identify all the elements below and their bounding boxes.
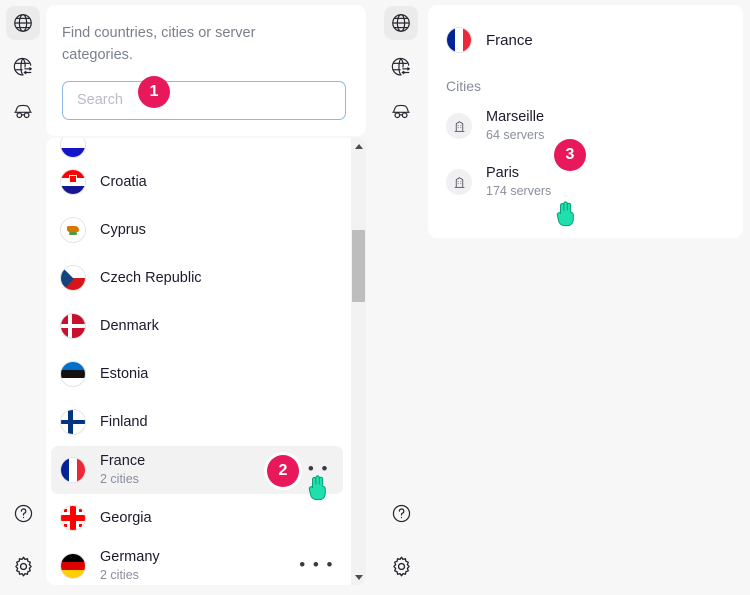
country-row-text: Germany2 cities [100,548,160,584]
settings-gear-icon[interactable] [390,555,413,583]
country-name: France [100,452,145,470]
right-icon-rail [378,0,424,595]
detail-header: France [446,27,725,53]
search-hint-text: Find countries, cities or server categor… [62,23,302,67]
search-field-wrapper [62,81,350,120]
country-name: Croatia [100,173,147,191]
right-rail-bottom-group [390,503,413,583]
country-flag-ge [60,505,86,531]
detail-country-name: France [486,32,533,49]
country-flag-fr [446,27,472,53]
sidebar-item-servers[interactable] [6,6,40,40]
city-building-icon [446,113,472,139]
country-flag-cy [60,217,86,243]
sidebar-item-meshnet[interactable] [6,50,40,84]
country-flag-dk [60,313,86,339]
country-flag-ee [60,361,86,387]
scrollbar-thumb[interactable] [352,230,365,302]
help-icon[interactable] [391,503,412,529]
country-flag-partial [60,138,86,158]
settings-gear-icon[interactable] [12,555,35,583]
country-detail-card: France Cities Marseille64 servers Paris17… [428,5,743,238]
app-window: Find countries, cities or server categor… [0,0,750,595]
rail-bottom-group [12,503,35,583]
city-name: Marseille [486,108,544,126]
country-row-text: Estonia [100,365,148,383]
country-row[interactable]: Georgia [46,494,348,542]
search-input[interactable] [62,81,346,120]
country-row[interactable]: Cyprus [46,206,348,254]
incognito-icon [390,100,412,122]
country-flag-de [60,553,86,579]
country-row-text: Czech Republic [100,269,202,287]
global-transfer-icon [12,56,34,78]
cities-section-label: Cities [446,78,725,94]
country-name: Georgia [100,509,152,527]
country-row-text: Georgia [100,509,152,527]
step-badge-2: 2 [267,455,299,487]
servers-globe-icon [390,12,412,34]
city-row[interactable]: Paris174 servers [446,158,725,206]
search-card: Find countries, cities or server categor… [46,5,366,136]
scroll-up-arrow-icon[interactable] [351,138,366,154]
country-flag-fi [60,409,86,435]
country-name: Czech Republic [100,269,202,287]
country-name: Estonia [100,365,148,383]
list-item-partial[interactable] [46,138,348,158]
step-badge-1: 1 [138,76,170,108]
city-row-text: Paris174 servers [486,164,551,200]
city-row[interactable]: Marseille64 servers [446,102,725,150]
city-server-count: 174 servers [486,183,551,200]
country-row-selected[interactable]: France2 cities • • • [51,446,343,494]
servers-globe-icon [12,12,34,34]
country-flag-cz [60,265,86,291]
country-row[interactable]: Finland [46,398,348,446]
country-name: Germany [100,548,160,566]
scroll-down-arrow-icon[interactable] [351,569,366,585]
city-building-icon [446,169,472,195]
country-row-text: Denmark [100,317,159,335]
country-row[interactable]: Croatia [46,158,348,206]
sidebar-item-meshnet-right[interactable] [384,50,418,84]
country-row-text: Croatia [100,173,147,191]
left-icon-rail [0,0,46,595]
country-name: Finland [100,413,148,431]
country-row-text: Finland [100,413,148,431]
right-rail-top-group [384,0,418,128]
country-row-text: France2 cities [100,452,145,488]
country-row[interactable]: Denmark [46,302,348,350]
country-list[interactable]: Croatia Cyprus Czech Republic Denmark Estoni… [46,138,348,585]
sidebar-item-servers-right[interactable] [384,6,418,40]
country-flag-hr [60,169,86,195]
country-list-scrollbar[interactable] [351,138,366,585]
country-row-text: Cyprus [100,221,146,239]
country-name: Cyprus [100,221,146,239]
sidebar-item-incognito-right[interactable] [384,94,418,128]
country-row[interactable]: Czech Republic [46,254,348,302]
country-row[interactable]: Germany2 cities • • • [46,542,348,585]
sidebar-item-incognito[interactable] [6,94,40,128]
france-row-menu[interactable]: • • • [294,460,329,481]
help-icon[interactable] [13,503,34,529]
country-city-count: 2 cities [100,471,145,488]
country-list-card: Croatia Cyprus Czech Republic Denmark Estoni… [46,138,366,585]
left-pane: Find countries, cities or server categor… [0,0,378,595]
country-city-count: 2 cities [100,567,160,584]
country-row-menu[interactable]: • • • [299,556,334,577]
incognito-icon [12,100,34,122]
global-transfer-icon [390,56,412,78]
step-badge-3: 3 [554,139,586,171]
city-name: Paris [486,164,551,182]
rail-top-group [6,0,40,128]
country-flag-fr [60,457,86,483]
country-name: Denmark [100,317,159,335]
city-server-count: 64 servers [486,127,544,144]
city-row-text: Marseille64 servers [486,108,544,144]
country-row[interactable]: Estonia [46,350,348,398]
